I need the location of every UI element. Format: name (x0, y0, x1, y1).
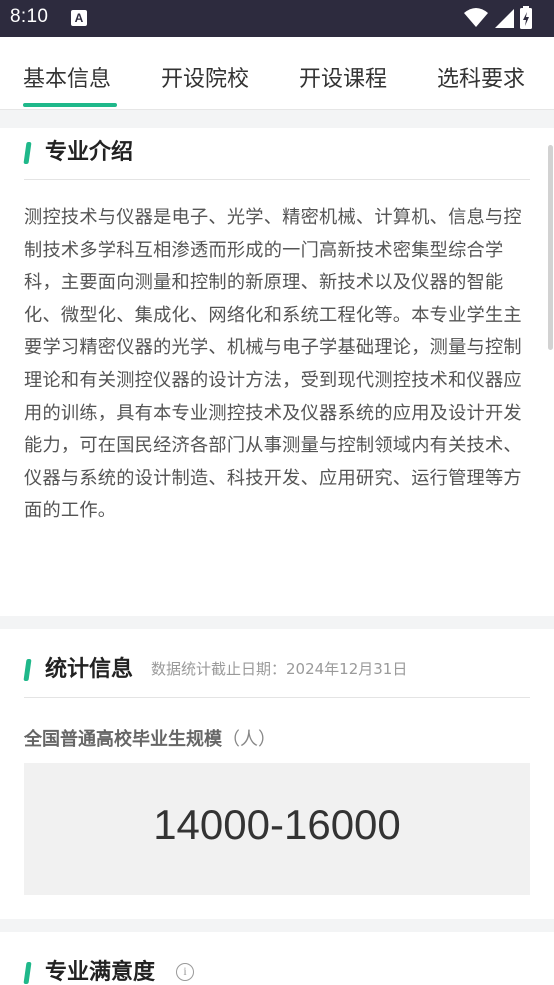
intro-title: 专业介绍 (45, 140, 134, 165)
status-time: 8:10 (10, 6, 49, 27)
satisfaction-title: 专业满意度 (45, 960, 156, 985)
intro-body: 测控技术与仪器是电子、光学、精密机械、计算机、信息与控制技术多学科互相渗透而形成… (24, 207, 522, 522)
info-icon[interactable]: i (176, 963, 194, 981)
status-icons (464, 6, 544, 30)
signal-icon (495, 9, 514, 28)
satisfaction-header: 专业满意度 i (23, 954, 530, 985)
notification-icon: A (71, 10, 87, 26)
stats-cutoff-date: 数据统计截止日期：2024年12月31日 (151, 660, 408, 678)
section-marker (23, 142, 32, 164)
graduates-unit: （人） (222, 729, 276, 750)
active-tab-indicator (23, 103, 117, 107)
tab-basic-info[interactable]: 基本信息 (23, 61, 111, 93)
graduates-value: 14000-16000 (153, 801, 401, 848)
tab-schools[interactable]: 开设院校 (161, 61, 249, 93)
status-bar: 8:10 A (0, 0, 554, 37)
scrollbar-thumb[interactable] (548, 145, 553, 350)
stats-card: 统计信息 数据统计截止日期：2024年12月31日 全国普通高校毕业生规模（人）… (0, 629, 554, 919)
battery-icon (520, 6, 532, 29)
tab-bar: 基本信息 开设院校 开设课程 选科要求 (0, 37, 554, 110)
satisfaction-card: 专业满意度 i (0, 932, 554, 985)
graduates-box: 14000-16000 (24, 763, 530, 895)
graduates-label-text: 全国普通高校毕业生规模 (24, 729, 222, 750)
tab-courses[interactable]: 开设课程 (299, 61, 387, 93)
section-marker (23, 962, 32, 984)
wifi-icon (464, 8, 488, 27)
divider (24, 697, 530, 698)
tab-subject-requirements[interactable]: 选科要求 (437, 61, 525, 93)
section-marker (23, 659, 32, 681)
divider (24, 179, 530, 180)
stats-header: 统计信息 数据统计截止日期：2024年12月31日 (23, 651, 530, 685)
intro-header: 专业介绍 (23, 134, 530, 168)
stats-title: 统计信息 (45, 657, 134, 682)
graduates-label: 全国普通高校毕业生规模（人） (24, 725, 276, 751)
intro-card: 专业介绍 测控技术与仪器是电子、光学、精密机械、计算机、信息与控制技术多学科互相… (0, 128, 554, 616)
